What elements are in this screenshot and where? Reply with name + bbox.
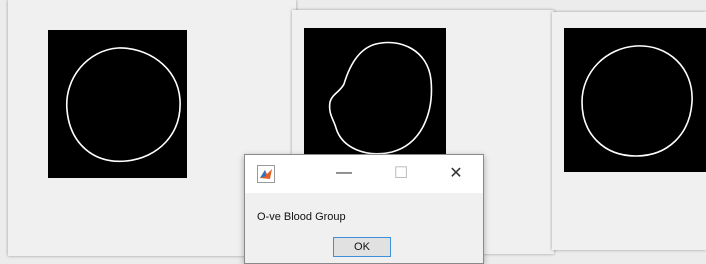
matlab-icon [257, 165, 275, 183]
cell-outline-image-1 [66, 47, 181, 163]
ok-button[interactable]: OK [333, 237, 391, 257]
message-dialog: — ☐ ✕ O-ve Blood Group OK [244, 154, 484, 264]
cell-outline-image-2 [328, 41, 433, 155]
dialog-title-bar[interactable]: — ☐ ✕ [245, 155, 483, 193]
figure-window-3 [552, 12, 706, 250]
cell-outline-image-3 [581, 45, 693, 157]
close-button[interactable]: ✕ [443, 161, 469, 185]
image-axes-1 [48, 30, 187, 178]
maximize-button: ☐ [393, 165, 409, 182]
dialog-message: O-ve Blood Group [257, 211, 346, 223]
image-axes-3 [564, 28, 706, 172]
minimize-button[interactable]: — [331, 161, 357, 185]
image-axes-2 [304, 28, 446, 170]
